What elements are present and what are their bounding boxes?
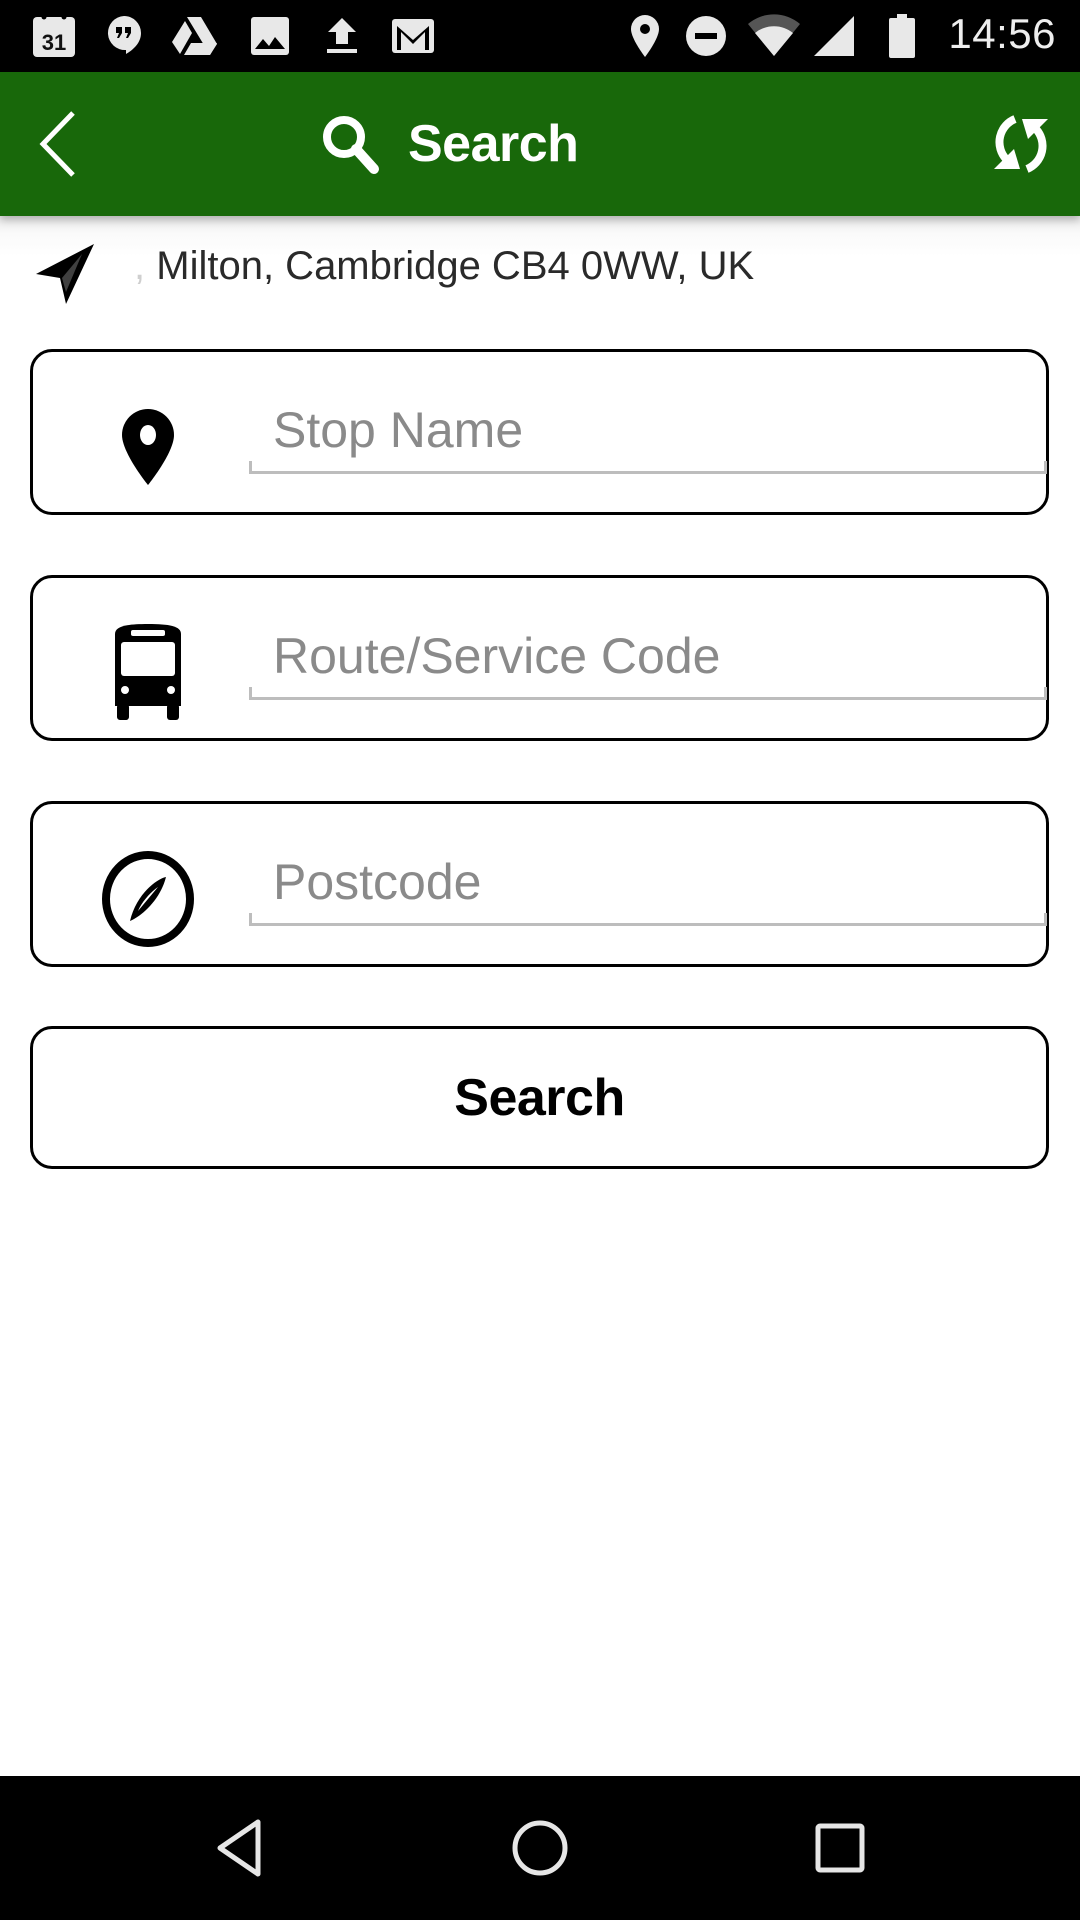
wifi-icon — [746, 14, 802, 58]
route-code-card — [30, 575, 1049, 741]
search-icon — [323, 116, 379, 174]
search-button[interactable]: Search — [30, 1026, 1049, 1169]
home-circle-icon — [512, 1820, 568, 1876]
location-icon — [628, 14, 662, 58]
status-bar: 31 14:56 — [0, 0, 1080, 72]
stop-name-card — [30, 349, 1049, 515]
current-location-address: , Milton, Cambridge CB4 0WW, UK — [134, 244, 754, 289]
cell-signal-icon — [812, 14, 856, 58]
app-bar: Search — [0, 72, 1080, 216]
page-title-text: Search — [408, 115, 579, 173]
stop-name-field-wrap — [249, 394, 1047, 474]
map-pin-icon — [93, 392, 203, 502]
address-prefix: , — [134, 244, 146, 288]
postcode-input[interactable] — [273, 850, 1033, 914]
recents-square-icon — [815, 1823, 865, 1873]
nav-back-button[interactable] — [190, 1806, 290, 1890]
upload-icon — [322, 14, 362, 58]
calendar-icon: 31 — [30, 14, 78, 58]
route-code-input[interactable] — [273, 624, 1033, 688]
nav-home-button[interactable] — [490, 1806, 590, 1890]
current-location-row[interactable]: , Milton, Cambridge CB4 0WW, UK — [0, 216, 1080, 326]
battery-icon — [886, 14, 918, 58]
refresh-button[interactable] — [978, 102, 1064, 186]
system-nav-bar — [0, 1776, 1080, 1920]
bus-icon — [93, 618, 203, 728]
stop-name-input[interactable] — [273, 398, 1033, 462]
chevron-left-icon — [39, 111, 75, 177]
hangouts-icon — [104, 14, 144, 58]
page-title: Search — [320, 108, 579, 180]
back-button[interactable] — [20, 102, 100, 186]
postcode-field-wrap — [249, 846, 1047, 926]
refresh-icon — [994, 115, 1048, 173]
gmail-icon — [390, 14, 436, 58]
address-text: Milton, Cambridge CB4 0WW, UK — [156, 244, 755, 288]
do-not-disturb-icon — [684, 14, 728, 58]
back-triangle-icon — [217, 1819, 261, 1877]
status-time: 14:56 — [948, 10, 1056, 57]
calendar-day: 31 — [42, 30, 66, 55]
route-code-field-wrap — [249, 620, 1047, 700]
navigation-arrow-icon — [36, 244, 94, 304]
compass-icon — [93, 844, 203, 954]
postcode-card — [30, 801, 1049, 967]
nav-recents-button[interactable] — [790, 1806, 890, 1890]
drive-icon — [170, 14, 218, 58]
search-button-label: Search — [454, 1068, 625, 1127]
photos-icon — [250, 14, 290, 58]
